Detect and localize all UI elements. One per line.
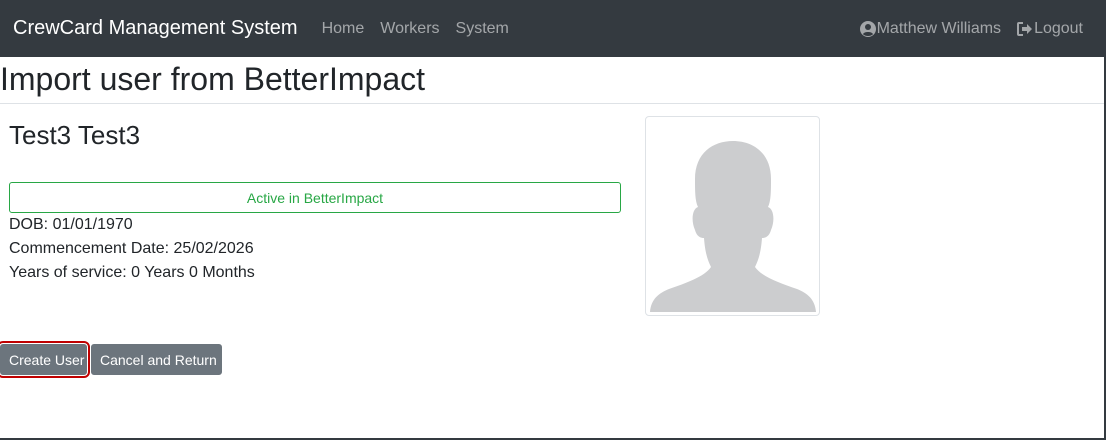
logout-label: Logout: [1034, 19, 1083, 37]
worker-name: Test3 Test3: [9, 120, 141, 150]
service-label: Years of service:: [9, 264, 127, 281]
top-navbar: CrewCard Management System Home Workers …: [0, 0, 1106, 57]
placeholder-avatar-icon: [650, 141, 816, 312]
commencement-label: Commencement Date:: [9, 240, 170, 257]
user-circle-icon: [859, 20, 876, 37]
create-user-button[interactable]: Create User: [0, 341, 90, 378]
cancel-return-button[interactable]: Cancel and Return: [91, 344, 222, 375]
page-title: Import user from BetterImpact: [0, 61, 426, 97]
service-value: 0 Years 0 Months: [131, 264, 255, 281]
dob-value: 01/01/1970: [52, 216, 133, 233]
sign-out-icon: [1017, 21, 1033, 36]
logout-link[interactable]: Logout: [1017, 20, 1083, 38]
status-badge: Active in BetterImpact: [9, 182, 621, 213]
nav-home[interactable]: Home: [322, 20, 365, 38]
user-menu[interactable]: Matthew Williams: [859, 19, 1002, 38]
app-brand[interactable]: CrewCard Management System: [13, 17, 298, 40]
commencement-line: Commencement Date: 25/02/2026: [9, 237, 254, 261]
nav-user-area: Matthew Williams Logout: [859, 0, 1083, 57]
nav-system[interactable]: System: [456, 20, 509, 38]
dob-line: DOB: 01/01/1970: [9, 213, 133, 237]
title-divider: [0, 103, 1104, 104]
service-line: Years of service: 0 Years 0 Months: [9, 261, 255, 285]
nav-workers[interactable]: Workers: [380, 20, 439, 38]
avatar: [645, 116, 820, 316]
user-name: Matthew Williams: [876, 19, 1002, 37]
dob-label: DOB:: [9, 216, 49, 233]
commencement-value: 25/02/2026: [173, 240, 254, 257]
